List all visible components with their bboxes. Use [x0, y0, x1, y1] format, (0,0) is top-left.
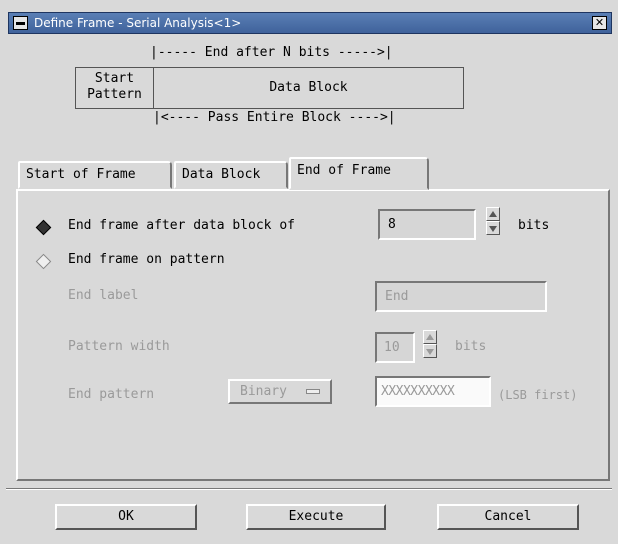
- ok-button[interactable]: OK: [55, 504, 197, 530]
- arrow-up-icon[interactable]: [486, 207, 500, 221]
- pattern-width-spinner: [423, 330, 437, 358]
- data-block-cell: Data Block: [269, 80, 348, 95]
- lsb-first-note: (LSB first): [498, 388, 578, 402]
- cancel-button[interactable]: Cancel: [437, 504, 579, 530]
- arrow-down-icon[interactable]: [423, 344, 437, 358]
- end-pattern-input[interactable]: XXXXXXXXXX: [375, 376, 491, 407]
- pattern-width-label: Pattern width: [68, 339, 170, 354]
- arrow-up-icon[interactable]: [423, 330, 437, 344]
- pattern-width-unit: bits: [455, 339, 487, 354]
- end-on-pattern-radio[interactable]: [35, 253, 52, 270]
- end-after-block-label: End frame after data block of: [68, 218, 295, 233]
- start-pattern-line1: Start: [94, 71, 135, 86]
- window-title: Define Frame - Serial Analysis<1>: [34, 16, 242, 30]
- data-block-bits-input[interactable]: 8: [378, 209, 476, 240]
- footer-separator: [6, 488, 612, 490]
- define-frame-dialog: Define Frame - Serial Analysis<1> ✕ |---…: [0, 0, 618, 544]
- option-menu-indicator-icon: [306, 389, 320, 394]
- arrow-down-icon[interactable]: [486, 221, 500, 235]
- end-on-pattern-label: End frame on pattern: [68, 252, 225, 267]
- pass-entire-block-caption: |<---- Pass Entire Block ---->|: [153, 110, 396, 125]
- end-after-n-bits-caption: |----- End after N bits ----->|: [150, 45, 393, 60]
- end-of-frame-panel: End frame after data block of 8 bits End…: [16, 189, 610, 481]
- frame-diagram: Start Pattern Data Block: [75, 67, 464, 109]
- end-label-input[interactable]: End: [375, 281, 547, 312]
- tab-data-block[interactable]: Data Block: [174, 161, 288, 189]
- execute-button[interactable]: Execute: [246, 504, 386, 530]
- start-pattern-line2: Pattern: [87, 87, 142, 102]
- end-label-label: End label: [68, 288, 139, 303]
- title-bar[interactable]: Define Frame - Serial Analysis<1> ✕: [8, 12, 612, 34]
- pattern-width-input[interactable]: 10: [375, 332, 415, 363]
- data-block-bits-unit: bits: [518, 218, 550, 233]
- end-pattern-label: End pattern: [68, 387, 155, 402]
- close-icon[interactable]: ✕: [592, 16, 607, 30]
- tab-end-of-frame[interactable]: End of Frame: [289, 157, 429, 190]
- pattern-format-value: Binary: [240, 384, 287, 399]
- tab-start-of-frame[interactable]: Start of Frame: [18, 161, 172, 189]
- end-after-block-radio[interactable]: [35, 219, 52, 236]
- pattern-format-select[interactable]: Binary: [228, 379, 332, 404]
- start-pattern-cell: Start Pattern: [76, 68, 154, 108]
- window-menu-icon[interactable]: [13, 16, 28, 30]
- data-block-bits-spinner: [486, 207, 500, 235]
